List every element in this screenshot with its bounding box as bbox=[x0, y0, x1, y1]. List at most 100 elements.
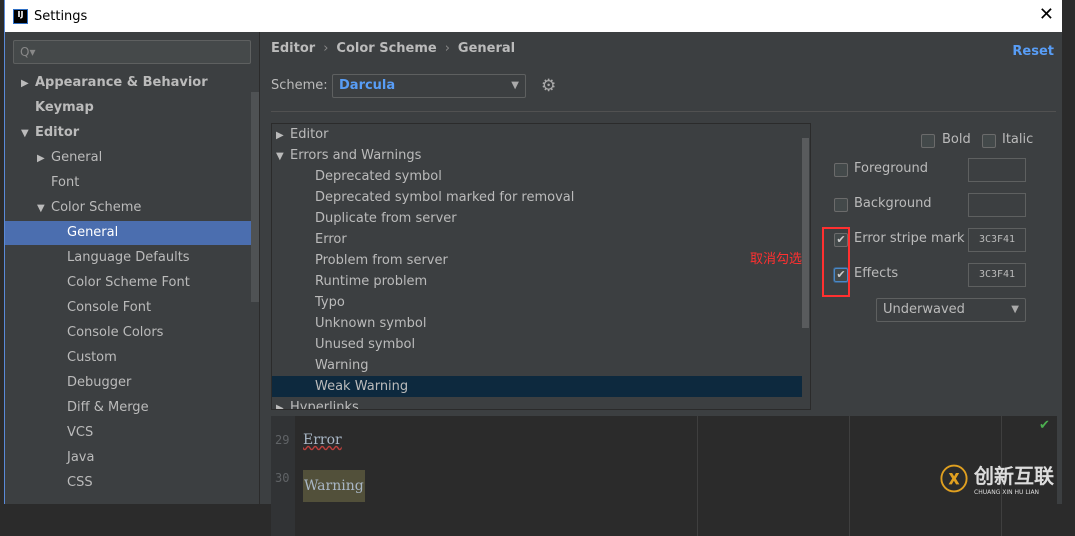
foreground-label: Foreground bbox=[854, 161, 929, 176]
tree-item[interactable]: Error bbox=[272, 229, 802, 250]
foreground-color-swatch[interactable] bbox=[968, 158, 1026, 182]
foreground-checkbox[interactable] bbox=[834, 163, 848, 177]
tree-item-label: Editor bbox=[290, 127, 329, 142]
sidebar-item[interactable]: Diff & Merge bbox=[5, 396, 251, 420]
line-number: 29 bbox=[275, 433, 290, 447]
sidebar-item[interactable]: Console Font bbox=[5, 296, 251, 320]
sidebar-item[interactable]: ▶ Appearance & Behavior bbox=[5, 71, 251, 95]
sidebar-item-label: Editor bbox=[35, 125, 80, 140]
sidebar-item[interactable]: Debugger bbox=[5, 371, 251, 395]
expand-arrow-icon: ▶ bbox=[276, 130, 284, 141]
tree-item[interactable]: Unknown symbol bbox=[272, 313, 802, 334]
tree-item[interactable]: ▶ Editor bbox=[272, 124, 802, 145]
tree-item[interactable]: Warning bbox=[272, 355, 802, 376]
divider bbox=[271, 111, 1056, 112]
settings-search-input[interactable]: Q▾ bbox=[13, 40, 251, 64]
breadcrumb-item: General bbox=[457, 41, 516, 56]
tree-item[interactable]: Weak Warning bbox=[272, 376, 802, 397]
tree-item-label: Runtime problem bbox=[315, 274, 428, 289]
scheme-value: Darcula bbox=[339, 78, 396, 93]
preview-error-text: Error bbox=[303, 432, 342, 448]
tree-item-label: Warning bbox=[315, 358, 369, 373]
sidebar-item[interactable]: Console Colors bbox=[5, 321, 251, 345]
background-label: Background bbox=[854, 196, 932, 211]
error-stripe-label: Error stripe mark bbox=[854, 231, 965, 246]
sidebar-item[interactable]: VCS bbox=[5, 421, 251, 445]
sidebar-item[interactable]: Keymap bbox=[5, 96, 251, 120]
tree-item-label: Hyperlinks bbox=[290, 400, 359, 410]
tree-item-label: Deprecated symbol marked for removal bbox=[315, 190, 575, 205]
tree-item[interactable]: Duplicate from server bbox=[272, 208, 802, 229]
settings-window: IJ Settings ✕ Q▾ ▶ Appearance & Behavior K… bbox=[4, 0, 1062, 536]
sidebar-scrollbar[interactable] bbox=[251, 92, 259, 302]
expand-arrow-icon[interactable]: ▼ bbox=[37, 197, 51, 221]
sidebar-item-label: VCS bbox=[67, 425, 94, 440]
gear-icon[interactable]: ⚙ bbox=[541, 76, 556, 96]
tree-item-label: Problem from server bbox=[315, 253, 448, 268]
reset-link[interactable]: Reset bbox=[1012, 44, 1054, 59]
title-bar: IJ Settings ✕ bbox=[5, 0, 1062, 32]
background-checkbox[interactable] bbox=[834, 198, 848, 212]
main-panel: Editor › Color Scheme › General Reset Scheme… bbox=[261, 32, 1062, 536]
tree-item[interactable]: Typo bbox=[272, 292, 802, 313]
bold-checkbox[interactable] bbox=[921, 134, 935, 148]
italic-label: Italic bbox=[1002, 132, 1034, 147]
tree-item-label: Error bbox=[315, 232, 347, 247]
breadcrumb-item[interactable]: Color Scheme bbox=[336, 41, 436, 56]
sidebar-item-label: Font bbox=[51, 175, 80, 190]
attributes-panel: Bold Italic Foreground Background ✔ Erro… bbox=[821, 123, 1061, 333]
tree-item-label: Weak Warning bbox=[315, 379, 409, 394]
sidebar-item[interactable]: ▼ Editor bbox=[5, 121, 251, 145]
sidebar-item-label: CSS bbox=[67, 475, 93, 490]
close-icon[interactable]: ✕ bbox=[1039, 4, 1054, 25]
scheme-dropdown[interactable]: Darcula ▼ bbox=[332, 74, 526, 98]
sidebar-item[interactable]: CSS bbox=[5, 471, 251, 495]
tree-item[interactable]: Deprecated symbol bbox=[272, 166, 802, 187]
background-color-swatch[interactable] bbox=[968, 193, 1026, 217]
sidebar-item[interactable]: Java bbox=[5, 446, 251, 470]
tree-item[interactable]: ▶ Hyperlinks bbox=[272, 397, 802, 410]
sidebar-item-label: Debugger bbox=[67, 375, 132, 390]
expand-arrow-icon[interactable]: ▼ bbox=[21, 122, 35, 146]
breadcrumb-item[interactable]: Editor bbox=[271, 41, 315, 56]
sidebar-item[interactable]: Font bbox=[5, 171, 251, 195]
effect-type-value: Underwaved bbox=[883, 302, 965, 317]
effect-type-dropdown[interactable]: Underwaved ▼ bbox=[876, 298, 1026, 322]
tree-item[interactable]: Deprecated symbol marked for removal bbox=[272, 187, 802, 208]
annotation-text: 取消勾选 bbox=[750, 252, 803, 267]
sidebar-item[interactable]: Color Scheme Font bbox=[5, 271, 251, 295]
expand-arrow-icon[interactable]: ▶ bbox=[21, 72, 35, 96]
tree-item[interactable]: ▼ Errors and Warnings bbox=[272, 145, 802, 166]
sidebar-item[interactable]: Language Defaults bbox=[5, 246, 251, 270]
annotation-highlight-box bbox=[822, 227, 850, 297]
sidebar-item-label: Custom bbox=[67, 350, 117, 365]
sidebar-item[interactable]: General bbox=[5, 221, 251, 245]
expand-arrow-icon[interactable]: ▶ bbox=[37, 147, 51, 171]
preview-warning-text: Warning bbox=[303, 470, 365, 502]
sidebar-item-label: Language Defaults bbox=[67, 250, 190, 265]
sidebar-item-label: General bbox=[67, 225, 119, 240]
tree-item-label: Deprecated symbol bbox=[315, 169, 442, 184]
effects-label: Effects bbox=[854, 266, 899, 281]
window-title: Settings bbox=[34, 8, 88, 24]
tree-item-label: Typo bbox=[315, 295, 345, 310]
sidebar-item[interactable]: ▼ Color Scheme bbox=[5, 196, 251, 220]
tree-item-label: Unused symbol bbox=[315, 337, 416, 352]
sidebar-item-label: Console Colors bbox=[67, 325, 164, 340]
bold-label: Bold bbox=[942, 132, 971, 147]
chevron-down-icon: ▼ bbox=[511, 80, 519, 91]
effects-color-swatch[interactable]: 3C3F41 bbox=[968, 263, 1026, 287]
tree-item-label: Unknown symbol bbox=[315, 316, 427, 331]
tree-item-label: Duplicate from server bbox=[315, 211, 457, 226]
sidebar-item[interactable]: Custom bbox=[5, 346, 251, 370]
error-stripe-color-swatch[interactable]: 3C3F41 bbox=[968, 228, 1026, 252]
watermark-logo: ⓧ 创新互联 CHUANG XIN HU LIAN bbox=[940, 463, 1055, 496]
sidebar-item-label: Diff & Merge bbox=[67, 400, 149, 415]
sidebar-item[interactable]: ▶ General bbox=[5, 146, 251, 170]
tree-item[interactable]: Unused symbol bbox=[272, 334, 802, 355]
tree-item[interactable]: Runtime problem bbox=[272, 271, 802, 292]
italic-checkbox[interactable] bbox=[982, 134, 996, 148]
intellij-logo: IJ bbox=[13, 8, 28, 24]
tree-scrollbar[interactable] bbox=[802, 138, 809, 328]
tree-item[interactable]: Problem from server bbox=[272, 250, 802, 271]
